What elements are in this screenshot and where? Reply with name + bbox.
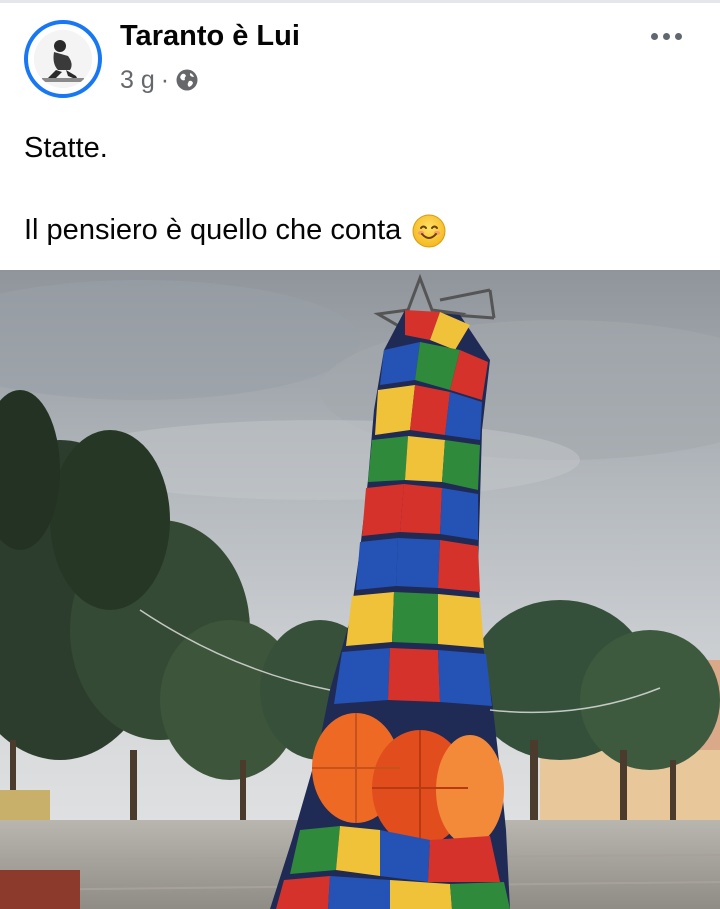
avatar-image — [34, 30, 92, 88]
sitting-figure-icon — [34, 30, 92, 88]
post-text-line-1: Statte. — [24, 132, 108, 164]
page-avatar[interactable] — [24, 20, 102, 98]
post-photo[interactable] — [0, 270, 720, 909]
post-meta: 3 g · — [120, 64, 199, 96]
more-options-icon — [650, 32, 658, 40]
meta-separator: · — [160, 65, 170, 94]
smiling-face-emoji-icon — [411, 213, 447, 249]
post-timestamp[interactable]: 3 g — [120, 66, 155, 95]
post-text-line-2: Il pensiero è quello che conta — [24, 210, 704, 251]
umbrella-tree-photo — [0, 270, 720, 909]
post-header: Taranto è Lui 3 g · — [0, 0, 720, 110]
page-name[interactable]: Taranto è Lui — [120, 20, 300, 53]
post-text-line-2-label: Il pensiero è quello che conta — [24, 214, 402, 246]
more-options-button[interactable] — [640, 18, 692, 54]
post-message: Statte. Il pensiero è quello che conta — [24, 128, 704, 251]
globe-icon[interactable] — [175, 68, 199, 92]
